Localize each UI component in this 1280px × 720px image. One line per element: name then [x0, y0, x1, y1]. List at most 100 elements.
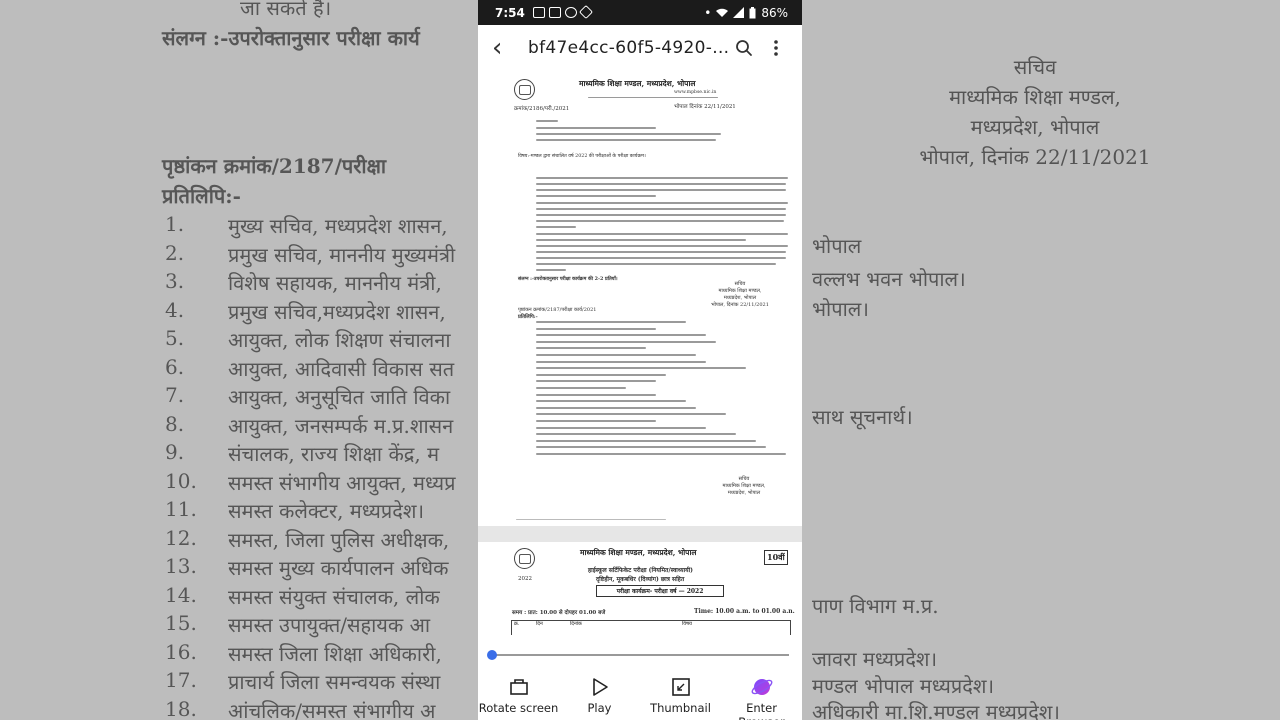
document-page-1: माध्यमिक शिक्षा मण्डल, मध्यप्रदेश, भोपाल…	[478, 71, 802, 526]
enter-browser-button[interactable]: Enter Browser	[721, 673, 802, 720]
backdrop-item-number: 5.	[165, 326, 185, 350]
backdrop-item-number: 9.	[165, 440, 185, 464]
copy-list-line	[536, 347, 646, 350]
thumbnail-label: Thumbnail	[650, 701, 711, 715]
backdrop-item-number: 12.	[165, 525, 197, 550]
play-label: Play	[587, 701, 612, 715]
page1-signature: सचिव माध्यमिक शिक्षा मण्डल, मध्यप्रदेश, …	[711, 281, 769, 308]
backdrop-item-text: संचालक, राज्य शिक्षा केंद्र, म	[228, 442, 440, 466]
page1-subject: विषय:-मण्डल द्वारा संचालित वर्ष 2022 की …	[518, 154, 646, 159]
page1-signature-2: सचिव माध्यमिक शिक्षा मण्डल, मध्यप्रदेश, …	[722, 476, 766, 496]
backdrop-item-number: 8.	[165, 411, 185, 436]
page2-exam-title: हाईस्कूल सर्टिफिकेट परीक्षा (नियमित/स्वा…	[588, 567, 694, 574]
board-logo	[514, 79, 535, 100]
col-subject: विषय	[682, 621, 692, 627]
browser-icon	[751, 679, 772, 695]
copy-list-line	[536, 420, 656, 422]
page2-time-en: Time: 10.00 a.m. to 01.00 a.n.	[694, 608, 795, 615]
backdrop-right-text: जावरा मध्यप्रदेश।	[812, 647, 938, 671]
backdrop-item-text: समस्त, जिला पुलिस अधीक्षक,	[228, 527, 450, 552]
slider-knob[interactable]	[487, 650, 497, 660]
rotate-screen-label: Rotate screen	[478, 701, 559, 715]
page1-website: www.mpbse.nic.in	[674, 90, 717, 95]
backdrop-item-number: 2.	[165, 240, 185, 265]
copy-list-line	[536, 340, 716, 343]
backdrop-right-text: मण्डल भोपाल मध्यप्रदेश।	[812, 674, 995, 698]
rotate-screen-button[interactable]: Rotate screen	[478, 673, 559, 715]
backdrop-right-text: भोपाल	[812, 234, 862, 258]
backdrop-item-text: मुख्य सचिव, मध्यप्रदेश शासन,	[228, 214, 448, 238]
col-sno: क्र.	[514, 621, 520, 627]
copy-list-line	[536, 360, 706, 363]
backdrop-item-number: 14.	[165, 582, 197, 607]
backdrop-text: जा सकते है।	[240, 0, 332, 20]
backdrop-item-text: समस्त कलेक्टर, मध्यप्रदेश।	[228, 499, 425, 523]
page1-copy-to: प्रतिलिपि:-	[518, 314, 538, 320]
backdrop-item-text: समस्त मुख्य कार्यपालन अधिक	[228, 556, 449, 580]
play-button[interactable]: Play	[559, 673, 640, 715]
page2-time-hi: समय : प्रात: 10.00 से दोपहर 01.00 बजे	[512, 610, 606, 616]
back-icon[interactable]: ‹	[492, 35, 518, 61]
copy-list-line	[536, 367, 746, 370]
copy-list-line	[536, 387, 626, 389]
copy-list-line	[536, 354, 696, 356]
dot-icon: •	[704, 5, 712, 20]
backdrop-item-text: प्रमुख सचिव, माननीय मुख्यमंत्री	[228, 242, 456, 267]
backdrop-item-number: 3.	[165, 269, 185, 293]
notification-icon	[564, 7, 577, 18]
signal-icon	[733, 7, 745, 18]
phone-screen: 7:54 • 86% ‹ bf47e4cc-60f5-4920-… माध्यम	[478, 0, 802, 720]
app-bar: ‹ bf47e4cc-60f5-4920-…	[478, 25, 802, 71]
backdrop-item-number: 13.	[165, 554, 197, 578]
backdrop-right-text: साथ सूचनार्थ।	[812, 405, 913, 429]
page1-endorse-ref: पृष्ठांकन क्रमांक/2187/परीक्षा कार्य/202…	[518, 307, 597, 313]
status-time: 7:54	[495, 5, 525, 20]
copy-list-line	[536, 406, 696, 409]
rotate-screen-icon	[509, 679, 528, 695]
copy-list-line	[536, 413, 726, 416]
more-vert-icon	[774, 40, 778, 56]
backdrop-item-number: 18.	[165, 696, 197, 720]
page1-org-name: माध्यमिक शिक्षा मण्डल, मध्यप्रदेश, भोपाल	[579, 79, 696, 88]
bottom-controls: Rotate screen Play Thumbnail Enter Brows…	[478, 635, 802, 720]
col-date: दिनांक	[570, 621, 582, 627]
play-icon	[592, 678, 608, 696]
document-viewer[interactable]: माध्यमिक शिक्षा मण्डल, मध्यप्रदेश, भोपाल…	[478, 71, 802, 635]
backdrop-text: प्रतिलिपि:-	[162, 184, 241, 208]
page2-programme: परीक्षा कार्यक्रम- परीक्षा वर्ष — 2022	[596, 585, 724, 597]
backdrop-item-number: 7.	[165, 383, 185, 407]
search-button[interactable]	[728, 32, 760, 64]
battery-percent: 86%	[761, 5, 788, 20]
search-icon	[736, 40, 752, 56]
backdrop-item-text: आयुक्त, लोक शिक्षण संचालना	[228, 328, 451, 352]
enter-browser-label: Enter Browser	[738, 701, 785, 720]
backdrop-item-number: 4.	[165, 297, 185, 322]
copy-list-line	[536, 327, 656, 330]
backdrop-item-number: 16.	[165, 639, 197, 664]
backdrop-item-text: समस्त संयुक्त संचालक, लोक	[228, 584, 440, 609]
class-badge: 10वीं	[764, 550, 788, 565]
more-options-button[interactable]	[760, 32, 792, 64]
copy-list-line	[536, 380, 656, 383]
backdrop-item-text: समस्त संभागीय आयुक्त, मध्यप्र	[228, 470, 456, 495]
copy-list-line	[536, 433, 736, 436]
copy-list-line	[536, 373, 666, 376]
thumbnail-button[interactable]: Thumbnail	[640, 673, 721, 715]
page2-year: 2022	[518, 576, 532, 582]
copy-list-line	[536, 393, 656, 396]
page-slider[interactable]	[487, 650, 789, 660]
copy-list-line	[536, 334, 706, 337]
backdrop-text: संलग्न :-उपरोक्तानुसार परीक्षा कार्य	[162, 26, 420, 50]
backdrop-item-number: 17.	[165, 668, 197, 692]
notification-icon	[578, 4, 593, 20]
backdrop-right-text: पाण विभाग म.प्र.	[812, 594, 939, 618]
page1-ref-right: भोपाल दिनांक 22/11/2021	[674, 104, 736, 110]
backdrop-text: पृष्ठांकन क्रमांक/2187/परीक्षा	[162, 154, 387, 178]
backdrop-item-text: समस्त उपायुक्त/सहायक आ	[228, 613, 431, 637]
backdrop-item-number: 1.	[165, 212, 185, 236]
backdrop-right-text: भोपाल।	[812, 297, 869, 321]
copy-list-line	[536, 453, 786, 455]
board-logo	[514, 548, 535, 569]
notification-icon	[548, 7, 561, 18]
copy-list-line	[536, 439, 756, 442]
